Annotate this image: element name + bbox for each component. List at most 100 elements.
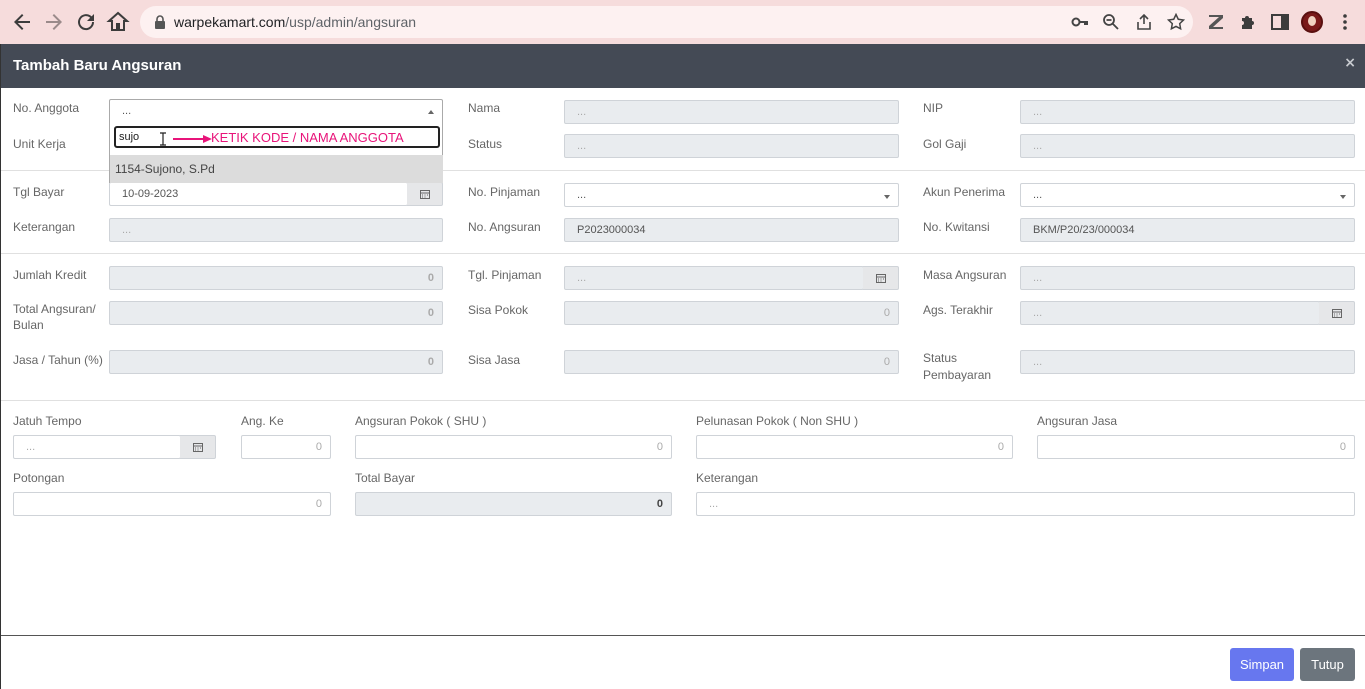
extensions-puzzle-icon[interactable]: [1238, 12, 1258, 32]
sisa-jasa-field: 0: [564, 350, 899, 374]
simpan-button[interactable]: Simpan: [1230, 648, 1294, 681]
angsuran-pokok-input[interactable]: 0: [355, 435, 672, 459]
address-bar[interactable]: warpekamart.com/usp/admin/angsuran: [140, 6, 1193, 38]
nip-label: NIP: [923, 101, 944, 115]
close-icon[interactable]: ×: [1344, 55, 1356, 71]
gol-gaji-field: ...: [1020, 134, 1355, 158]
status-pembayaran-field: ...: [1020, 350, 1355, 374]
calendar-icon: [193, 443, 203, 452]
caret-down-icon: [1340, 195, 1346, 199]
kebab-menu-icon[interactable]: [1335, 12, 1355, 32]
jumlah-kredit-field: 0: [109, 266, 443, 290]
caret-up-icon: [428, 110, 434, 114]
calendar-icon: [876, 274, 886, 283]
angsuran-pokok-label: Angsuran Pokok ( SHU ): [355, 414, 487, 428]
jasa-tahun-field: 0: [109, 350, 443, 374]
browser-toolbar: warpekamart.com/usp/admin/angsuran: [0, 0, 1365, 44]
unit-kerja-label: Unit Kerja: [13, 137, 66, 151]
ags-terakhir-field: ...: [1020, 301, 1320, 325]
sisa-jasa-label: Sisa Jasa: [468, 353, 521, 367]
url-text: warpekamart.com/usp/admin/angsuran: [174, 14, 417, 30]
key-icon[interactable]: [1071, 13, 1089, 31]
jatuh-tempo-calendar-button[interactable]: [180, 435, 216, 459]
caret-down-icon: [884, 195, 890, 199]
tgl-bayar-input[interactable]: 10-09-2023: [109, 182, 408, 206]
dropdown-option[interactable]: 1154-Sujono, S.Pd: [110, 155, 443, 183]
masa-angsuran-field: ...: [1020, 266, 1355, 290]
keterangan-bayar-label: Keterangan: [696, 471, 759, 485]
status-field: ...: [564, 134, 899, 158]
profile-avatar[interactable]: [1301, 11, 1323, 33]
ags-terakhir-calendar-button[interactable]: [1319, 301, 1355, 325]
no-angsuran-field: P2023000034: [564, 218, 899, 242]
no-pinjaman-value: ...: [577, 189, 587, 201]
modal-title: Tambah Baru Angsuran: [13, 57, 182, 74]
text-cursor-icon: [160, 132, 166, 146]
nip-field: ...: [1020, 100, 1355, 124]
jatuh-tempo-input[interactable]: ...: [13, 435, 181, 459]
no-kwitansi-field: BKM/P20/23/000034: [1020, 218, 1355, 242]
no-kwitansi-label: No. Kwitansi: [923, 220, 990, 234]
divider: [1, 253, 1365, 254]
divider: [1, 400, 1365, 401]
tgl-pinjaman-field: ...: [564, 266, 864, 290]
back-arrow-icon[interactable]: [10, 10, 34, 34]
tgl-bayar-calendar-button[interactable]: [407, 182, 443, 206]
status-pembayaran-label-line1: Status: [923, 351, 958, 365]
reload-icon[interactable]: [74, 10, 98, 34]
ang-ke-label: Ang. Ke: [241, 414, 284, 428]
akun-penerima-select[interactable]: ...: [1020, 183, 1355, 207]
potongan-input[interactable]: 0: [13, 492, 331, 516]
no-pinjaman-label: No. Pinjaman: [468, 185, 541, 199]
zotero-extension-icon[interactable]: [1206, 12, 1226, 32]
annotation-arrow-icon: [173, 135, 212, 143]
pelunasan-pokok-label: Pelunasan Pokok ( Non SHU ): [696, 414, 859, 428]
total-bayar-label: Total Bayar: [355, 471, 416, 485]
jasa-tahun-label: Jasa / Tahun (%): [13, 353, 103, 367]
gol-gaji-label: Gol Gaji: [923, 137, 967, 151]
jumlah-kredit-label: Jumlah Kredit: [13, 268, 87, 282]
footer-divider: [1, 635, 1365, 636]
keterangan-label: Keterangan: [13, 220, 76, 234]
no-anggota-value: ...: [122, 105, 132, 117]
total-bayar-field: 0: [355, 492, 672, 516]
status-pembayaran-label-line2: Pembayaran: [923, 368, 992, 382]
angsuran-modal: Tambah Baru Angsuran × No. Anggota ... N…: [0, 44, 1365, 689]
total-angsuran-label-line1: Total Angsuran/: [13, 302, 96, 316]
total-angsuran-label-line2: Bulan: [13, 318, 44, 332]
total-angsuran-field: 0: [109, 301, 443, 325]
nama-label: Nama: [468, 101, 501, 115]
akun-penerima-value: ...: [1033, 189, 1043, 201]
jatuh-tempo-label: Jatuh Tempo: [13, 414, 82, 428]
no-angsuran-label: No. Angsuran: [468, 220, 541, 234]
tutup-button[interactable]: Tutup: [1300, 648, 1355, 681]
forward-arrow-icon[interactable]: [42, 10, 66, 34]
ang-ke-input[interactable]: 0: [241, 435, 331, 459]
calendar-icon: [1332, 309, 1342, 318]
masa-angsuran-label: Masa Angsuran: [923, 268, 1007, 282]
keterangan-field: ...: [109, 218, 443, 242]
ags-terakhir-label: Ags. Terakhir: [923, 303, 993, 317]
angsuran-jasa-input[interactable]: 0: [1037, 435, 1355, 459]
no-anggota-label: No. Anggota: [13, 101, 80, 115]
potongan-label: Potongan: [13, 471, 65, 485]
modal-header: Tambah Baru Angsuran ×: [1, 44, 1365, 88]
calendar-icon: [420, 190, 430, 199]
status-label: Status: [468, 137, 503, 151]
zoom-icon[interactable]: [1102, 13, 1120, 31]
pelunasan-pokok-input[interactable]: 0: [696, 435, 1013, 459]
star-icon[interactable]: [1167, 13, 1185, 31]
tgl-pinjaman-label: Tgl. Pinjaman: [468, 268, 542, 282]
angsuran-jasa-label: Angsuran Jasa: [1037, 414, 1118, 428]
share-icon[interactable]: [1135, 13, 1153, 31]
home-icon[interactable]: [106, 10, 130, 34]
sisa-pokok-label: Sisa Pokok: [468, 303, 529, 317]
tgl-pinjaman-calendar-button[interactable]: [863, 266, 899, 290]
annotation-text: KETIK KODE / NAMA ANGGOTA: [211, 130, 404, 145]
no-pinjaman-select[interactable]: ...: [564, 183, 899, 207]
no-anggota-select[interactable]: ...: [109, 99, 443, 123]
sisa-pokok-field: 0: [564, 301, 899, 325]
lock-icon: [155, 15, 165, 29]
keterangan-bayar-input[interactable]: ...: [696, 492, 1355, 516]
side-panel-icon[interactable]: [1270, 12, 1290, 32]
